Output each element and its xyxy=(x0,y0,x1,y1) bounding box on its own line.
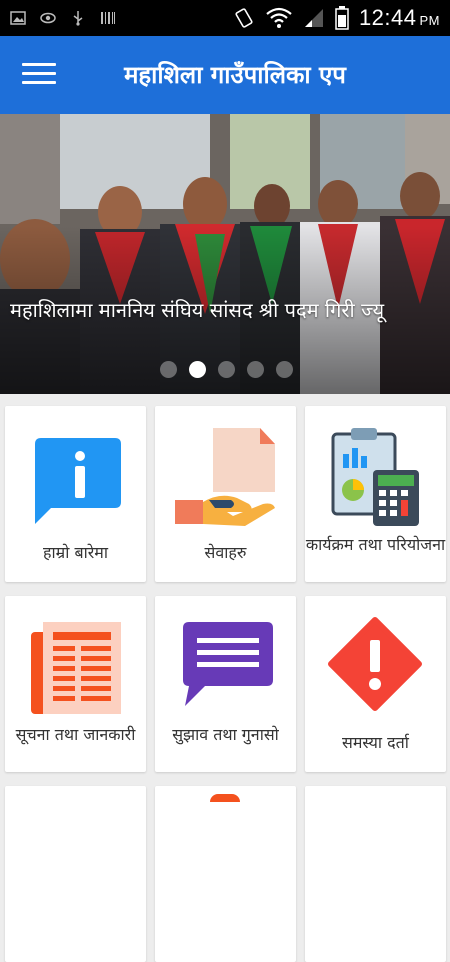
vibrate-icon xyxy=(235,8,253,28)
app-title: महाशिला गाउँपालिका एप xyxy=(124,61,346,89)
newspaper-icon xyxy=(31,622,121,714)
tile-more[interactable] xyxy=(155,786,296,962)
clock-ampm: PM xyxy=(419,13,440,28)
tile-notices-info[interactable]: सूचना तथा जानकारी xyxy=(5,596,146,772)
tile-services[interactable]: सेवाहरु xyxy=(155,406,296,582)
banner-overlay xyxy=(0,114,450,394)
tile-label: कार्यक्रम तथा परियोजना xyxy=(305,535,446,554)
tile-label: सेवाहरु xyxy=(204,543,247,562)
status-time: 12:44 PM xyxy=(359,5,440,31)
battery-icon xyxy=(335,6,349,30)
tile-programs-projects[interactable]: कार्यक्रम तथा परियोजना xyxy=(305,406,446,582)
tile-label: सुझाव तथा गुनासो xyxy=(172,725,279,744)
chat-bubble-icon xyxy=(183,622,273,706)
tile-problem-registration[interactable]: समस्या दर्ता xyxy=(305,596,446,772)
tile-label: हाम्रो बारेमा xyxy=(43,543,108,562)
slider-dot[interactable] xyxy=(218,361,235,378)
clock-time: 12:44 xyxy=(358,5,417,30)
tile-suggestions-complaints[interactable]: सुझाव तथा गुनासो xyxy=(155,596,296,772)
clipboard-calculator-icon xyxy=(331,428,419,526)
news-banner[interactable]: महाशिलामा माननिय संघिय सांसद श्री पदम गि… xyxy=(0,114,450,394)
slider-dot[interactable] xyxy=(160,361,177,378)
slider-dots xyxy=(160,361,293,378)
tile-more[interactable] xyxy=(305,786,446,962)
service-hand-icon xyxy=(175,428,275,526)
wifi-icon xyxy=(266,7,292,28)
warning-icon xyxy=(328,617,422,711)
slider-dot[interactable] xyxy=(276,361,293,378)
banner-caption: महाशिलामा माननिय संघिय सांसद श्री पदम गि… xyxy=(10,298,385,322)
tile-about-us[interactable]: हाम्रो बारेमा xyxy=(5,406,146,582)
info-bubble-icon xyxy=(35,438,121,524)
signal-icon xyxy=(304,9,323,27)
tile-label: सूचना तथा जानकारी xyxy=(15,725,136,744)
eye-icon xyxy=(40,12,56,24)
barcode-icon xyxy=(101,12,115,24)
app-bar: महाशिला गाउँपालिका एप xyxy=(0,36,450,114)
slider-dot-active[interactable] xyxy=(189,361,206,378)
tile-label: समस्या दर्ता xyxy=(342,733,409,752)
tile-more[interactable] xyxy=(5,786,146,962)
status-bar: 12:44 PM xyxy=(0,0,450,36)
slider-dot[interactable] xyxy=(247,361,264,378)
usb-icon xyxy=(73,11,83,26)
partial-icon xyxy=(210,794,240,802)
image-icon xyxy=(10,11,26,25)
